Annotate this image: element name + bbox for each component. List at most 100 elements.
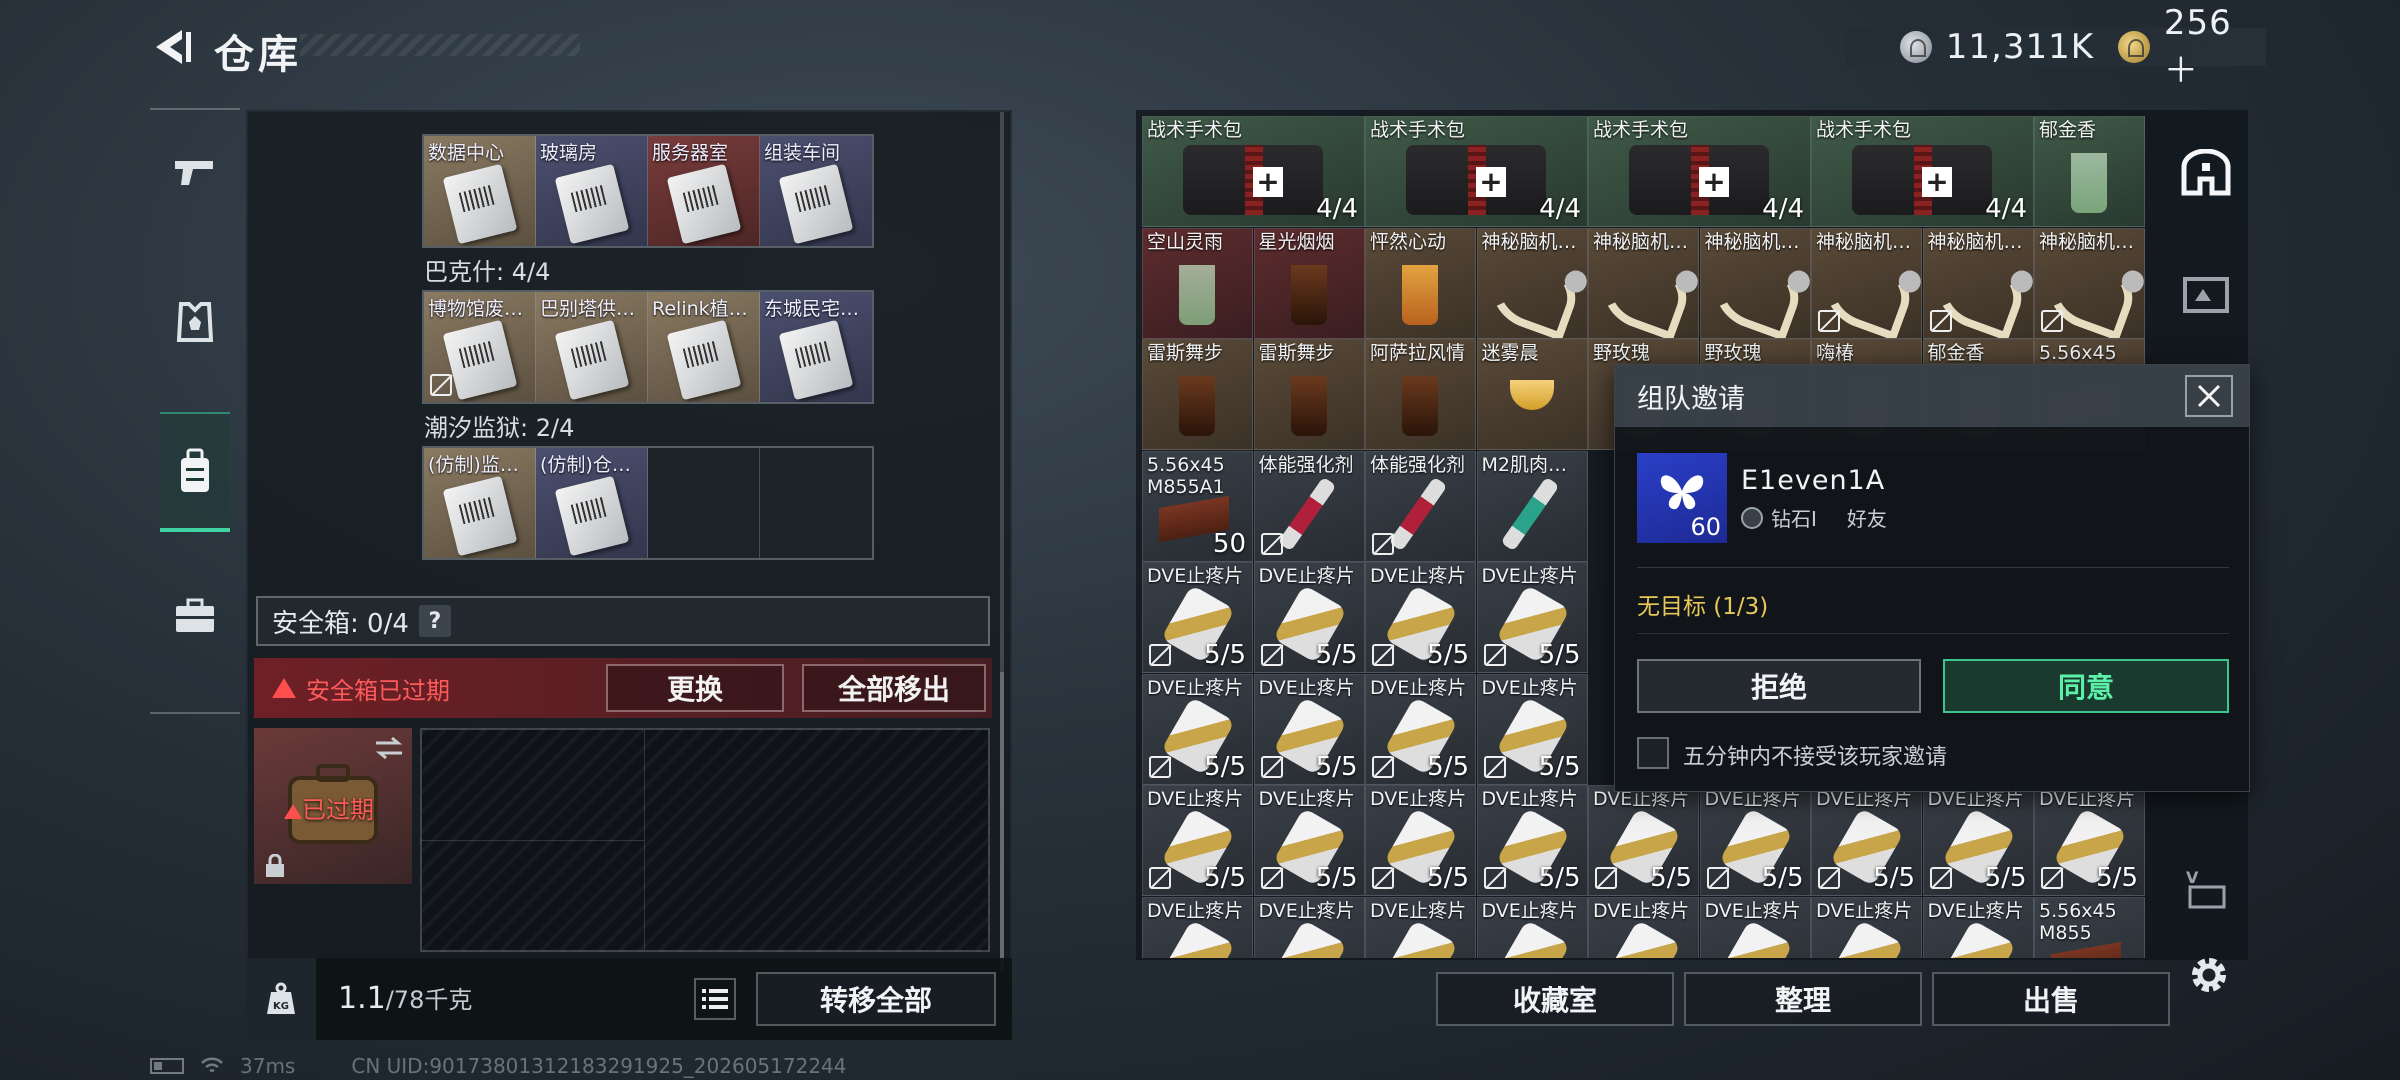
stash-item[interactable]: DVE止疼片 5/5 xyxy=(1476,785,1588,896)
stash-item[interactable]: 战术手术包 4/4 xyxy=(1365,116,1588,227)
list-view-button[interactable] xyxy=(694,978,736,1020)
stash-item[interactable]: DVE止疼片 xyxy=(1922,896,2034,958)
reject-button[interactable]: 拒绝 xyxy=(1637,659,1921,713)
stash-item[interactable]: 神秘脑机… xyxy=(2034,227,2145,339)
stash-item[interactable]: 空山灵雨 xyxy=(1142,227,1253,339)
stash-item[interactable]: DVE止疼片 5/5 xyxy=(1253,785,1365,896)
key-card-slot[interactable]: 服务器室 xyxy=(648,136,760,246)
cocktail-icon xyxy=(1179,376,1215,436)
stash-item[interactable]: DVE止疼片 xyxy=(1476,896,1588,958)
replace-button[interactable]: 更换 xyxy=(606,664,784,712)
stash-tab-v[interactable]: V xyxy=(2166,834,2246,944)
stash-item[interactable]: 战术手术包 4/4 xyxy=(1811,116,2034,227)
empty-key-slot[interactable] xyxy=(760,448,872,558)
stash-item-count: 5/5 xyxy=(1204,640,1246,670)
stash-item[interactable]: 体能强化剂 xyxy=(1253,450,1365,562)
stash-item-name: DVE止疼片 xyxy=(1147,676,1244,699)
stash-item[interactable]: DVE止疼片 5/5 xyxy=(1365,562,1476,673)
stash-item[interactable]: 体能强化剂 xyxy=(1365,450,1476,562)
stash-item[interactable]: DVE止疼片 5/5 xyxy=(1365,785,1476,896)
key-card-slot[interactable]: 组装车间 xyxy=(760,136,872,246)
key-card-slot[interactable]: (仿制)监… xyxy=(424,448,536,558)
key-card-slot[interactable]: 数据中心 xyxy=(424,136,536,246)
backpack-scrollbar-track[interactable] xyxy=(1000,112,1004,672)
safe-box-grid[interactable] xyxy=(420,728,990,952)
backpack-scrollbar-thumb[interactable] xyxy=(1000,672,1004,972)
collection-room-button[interactable]: 收藏室 xyxy=(1436,972,1674,1026)
help-button[interactable]: ? xyxy=(418,605,451,637)
stash-item[interactable]: 雷斯舞步 xyxy=(1253,339,1365,450)
gun-icon xyxy=(175,161,213,185)
stash-item[interactable]: DVE止疼片 5/5 xyxy=(2034,785,2145,896)
nav-gear[interactable] xyxy=(150,262,240,382)
stash-item[interactable]: 雷斯舞步 xyxy=(1142,339,1253,450)
remove-all-button[interactable]: 全部移出 xyxy=(802,664,986,712)
stash-item-name: 野玫瑰 xyxy=(1593,342,1651,364)
stash-item[interactable]: 阿萨拉风情 xyxy=(1365,339,1476,450)
stash-item[interactable]: DVE止疼片 5/5 xyxy=(1922,785,2034,896)
swap-icon[interactable] xyxy=(374,736,404,760)
stash-item[interactable]: DVE止疼片 5/5 xyxy=(1588,785,1699,896)
stash-item[interactable]: DVE止疼片 5/5 xyxy=(1699,785,1811,896)
stash-item[interactable]: 郁金香 xyxy=(2034,116,2145,227)
nav-case[interactable] xyxy=(150,556,240,676)
safe-box-case-slot[interactable]: 已过期 xyxy=(254,728,412,884)
stash-item[interactable]: 战术手术包 4/4 xyxy=(1142,116,1365,227)
stash-item[interactable]: DVE止疼片 5/5 xyxy=(1476,673,1588,785)
stash-item[interactable]: DVE止疼片 5/5 xyxy=(1142,562,1253,673)
stash-item[interactable]: DVE止疼片 5/5 xyxy=(1476,562,1588,673)
sort-button[interactable]: 整理 xyxy=(1684,972,1922,1026)
stash-item[interactable]: DVE止疼片 xyxy=(1588,896,1699,958)
close-button[interactable] xyxy=(2185,375,2233,417)
empty-key-slot[interactable] xyxy=(648,448,760,558)
no-trade-icon xyxy=(1372,532,1394,555)
mute-invite-checkbox[interactable] xyxy=(1637,737,1669,769)
wifi-icon xyxy=(201,1057,223,1073)
no-trade-icon xyxy=(2041,867,2063,889)
sell-button[interactable]: 出售 xyxy=(1932,972,2170,1026)
key-card-slot[interactable]: 东城民宅… xyxy=(760,292,872,402)
stash-item[interactable]: DVE止疼片 xyxy=(1811,896,1922,958)
stash-item[interactable]: 神秘脑机… xyxy=(1476,227,1588,339)
stash-item[interactable]: DVE止疼片 5/5 xyxy=(1142,785,1253,896)
stash-tab-2[interactable] xyxy=(2166,238,2246,348)
key-card-slot[interactable]: (仿制)仓… xyxy=(536,448,648,558)
stash-item[interactable]: 神秘脑机… xyxy=(1922,227,2034,339)
stash-item[interactable]: 战术手术包 4/4 xyxy=(1588,116,1811,227)
stash-item[interactable]: 5.56x45 M855A1 50 xyxy=(1142,450,1253,562)
stash-item[interactable]: DVE止疼片 5/5 xyxy=(1253,562,1365,673)
stash-tab-main[interactable] xyxy=(2166,118,2246,228)
stash-item[interactable]: DVE止疼片 5/5 xyxy=(1253,673,1365,785)
key-card-name: 东城民宅… xyxy=(764,298,860,320)
settings-button[interactable] xyxy=(2186,952,2232,1002)
stash-item[interactable]: 神秘脑机… xyxy=(1588,227,1699,339)
stash-item[interactable]: 怦然心动 xyxy=(1365,227,1476,339)
stash-item[interactable]: DVE止疼片 xyxy=(1142,896,1253,958)
stash-item[interactable]: DVE止疼片 xyxy=(1699,896,1811,958)
stash-item[interactable]: DVE止疼片 5/5 xyxy=(1142,673,1253,785)
avatar[interactable]: 60 xyxy=(1637,453,1727,543)
key-card-slot[interactable]: Relink植… xyxy=(648,292,760,402)
key-card-slot[interactable]: 巴别塔供… xyxy=(536,292,648,402)
stash-item[interactable]: M2肌肉… xyxy=(1476,450,1588,562)
keycard-icon xyxy=(666,319,742,401)
stash-item[interactable]: DVE止疼片 5/5 xyxy=(1365,673,1476,785)
nav-backpack[interactable] xyxy=(160,412,230,532)
points-value[interactable]: 256＋ xyxy=(2164,3,2266,92)
relation-label: 好友 xyxy=(1846,507,1887,531)
back-button[interactable] xyxy=(148,24,194,70)
stash-item[interactable]: 星光烟烟 xyxy=(1253,227,1365,339)
nav-weapons[interactable] xyxy=(150,112,240,232)
stash-item[interactable]: DVE止疼片 xyxy=(1253,896,1365,958)
accept-button[interactable]: 同意 xyxy=(1943,659,2229,713)
transfer-all-button[interactable]: 转移全部 xyxy=(756,972,996,1026)
key-card-slot[interactable]: 玻璃房 xyxy=(536,136,648,246)
injector-icon xyxy=(1500,476,1559,551)
stash-item[interactable]: DVE止疼片 5/5 xyxy=(1811,785,1922,896)
stash-item[interactable]: 5.56x45 M855 xyxy=(2034,896,2145,958)
stash-item[interactable]: 神秘脑机… xyxy=(1699,227,1811,339)
stash-item[interactable]: DVE止疼片 xyxy=(1365,896,1476,958)
stash-item[interactable]: 神秘脑机… xyxy=(1811,227,1922,339)
stash-item[interactable]: 迷雾晨 xyxy=(1476,339,1588,450)
key-card-slot[interactable]: 博物馆废… xyxy=(424,292,536,402)
